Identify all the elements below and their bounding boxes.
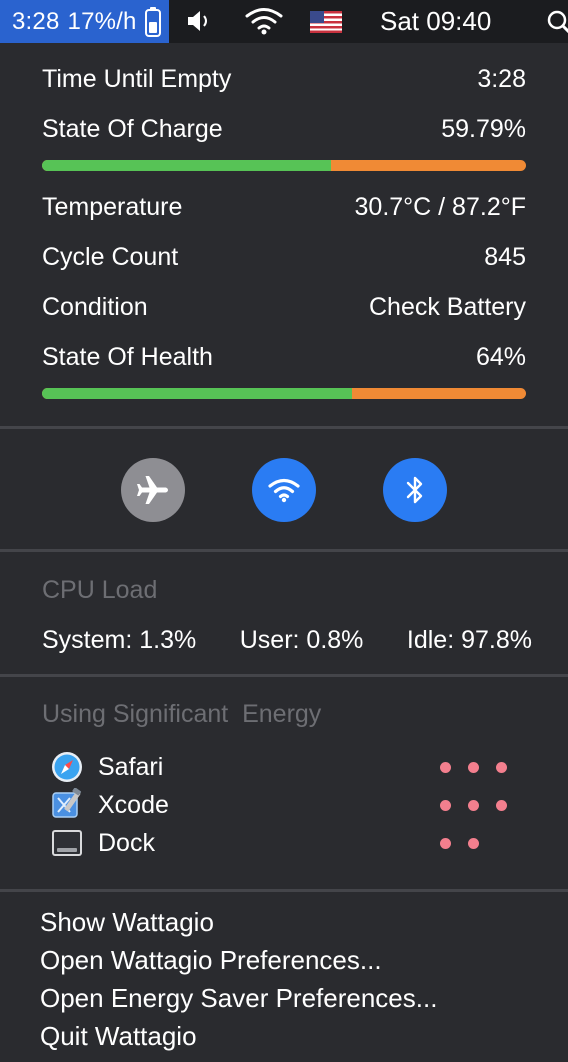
state-of-charge-value: 59.79% xyxy=(441,114,526,143)
state-of-charge-row: State Of Charge 59.79% xyxy=(42,112,526,146)
separator xyxy=(0,674,568,677)
energy-impact-dots xyxy=(440,761,507,773)
energy-dot xyxy=(468,837,479,849)
airplane-icon xyxy=(135,472,171,508)
magnifier-icon[interactable] xyxy=(546,9,568,35)
state-of-health-fill xyxy=(42,388,352,399)
bluetooth-toggle[interactable] xyxy=(383,458,447,522)
cpu-load-values: System: 1.3% User: 0.8% Idle: 97.8% xyxy=(42,626,532,655)
energy-dot xyxy=(496,799,507,811)
state-of-charge-fill xyxy=(42,160,332,171)
show-wattagio-item[interactable]: Show Wattagio xyxy=(40,905,214,939)
time-until-empty-row: Time Until Empty 3:28 xyxy=(42,62,526,96)
time-until-empty-label: Time Until Empty xyxy=(42,64,232,93)
cpu-user: User: 0.8% xyxy=(239,626,364,654)
state-of-charge-label: State Of Charge xyxy=(42,114,223,143)
energy-dot xyxy=(468,799,479,811)
wifi-icon[interactable] xyxy=(245,7,283,35)
energy-dot xyxy=(440,837,451,849)
condition-value: Check Battery xyxy=(368,292,526,321)
menu-bar-clock[interactable]: Sat 09:40 xyxy=(380,0,491,43)
wattagio-status-item[interactable]: 3:28 17%/h xyxy=(0,0,169,43)
separator xyxy=(0,549,568,552)
separator xyxy=(0,426,568,429)
energy-dot xyxy=(468,761,479,773)
bluetooth-icon xyxy=(404,474,426,506)
us-flag-icon[interactable] xyxy=(310,11,342,33)
significant-energy-title: Using Significant Energy xyxy=(42,700,322,728)
open-wattagio-preferences-item[interactable]: Open Wattagio Preferences... xyxy=(40,943,382,977)
energy-impact-dots xyxy=(440,837,479,849)
energy-app-xcode[interactable]: Xcode xyxy=(50,788,507,822)
state-of-health-row: State Of Health 64% xyxy=(42,340,526,374)
cycle-count-row: Cycle Count 845 xyxy=(42,240,526,274)
temperature-value: 30.7°C / 87.2°F xyxy=(354,192,526,221)
dock-icon xyxy=(50,826,84,860)
cpu-load-title: CPU Load xyxy=(42,576,158,604)
energy-app-safari[interactable]: Safari xyxy=(50,750,507,784)
state-of-health-value: 64% xyxy=(475,342,526,371)
energy-dot xyxy=(440,799,451,811)
energy-app-name: Xcode xyxy=(98,790,169,819)
airplane-mode-toggle[interactable] xyxy=(121,458,185,522)
energy-app-dock[interactable]: Dock xyxy=(50,826,479,860)
state-of-charge-bar xyxy=(42,160,526,171)
energy-app-name: Safari xyxy=(98,752,164,781)
condition-row: Condition Check Battery xyxy=(42,290,526,324)
battery-icon xyxy=(144,6,161,37)
battery-time: 3:28 xyxy=(12,7,60,35)
state-of-health-label: State Of Health xyxy=(42,342,213,371)
menu-bar: 3:28 17%/h Sat 09:40 xyxy=(0,0,568,43)
time-until-empty-value: 3:28 xyxy=(477,64,526,93)
state-of-health-bar xyxy=(42,388,526,399)
wifi-toggle[interactable] xyxy=(252,458,316,522)
wifi-icon xyxy=(267,477,301,503)
screen: 3:28 17%/h Sat 09:40 Time Until Empty 3:… xyxy=(0,0,568,1062)
energy-app-name: Dock xyxy=(98,828,155,857)
cycle-count-label: Cycle Count xyxy=(42,242,179,271)
safari-icon xyxy=(50,750,84,784)
cpu-idle: Idle: 97.8% xyxy=(406,626,532,654)
battery-rate: 17%/h xyxy=(67,7,137,35)
temperature-label: Temperature xyxy=(42,192,183,221)
separator xyxy=(0,889,568,892)
quit-wattagio-item[interactable]: Quit Wattagio xyxy=(40,1019,197,1053)
energy-dot xyxy=(496,761,507,773)
open-energy-saver-preferences-item[interactable]: Open Energy Saver Preferences... xyxy=(40,981,437,1015)
speaker-icon[interactable] xyxy=(186,9,214,33)
condition-label: Condition xyxy=(42,292,148,321)
energy-impact-dots xyxy=(440,799,507,811)
cpu-system: System: 1.3% xyxy=(42,626,197,654)
energy-dot xyxy=(440,761,451,773)
xcode-icon xyxy=(50,788,84,822)
temperature-row: Temperature 30.7°C / 87.2°F xyxy=(42,190,526,224)
cycle-count-value: 845 xyxy=(484,242,526,271)
